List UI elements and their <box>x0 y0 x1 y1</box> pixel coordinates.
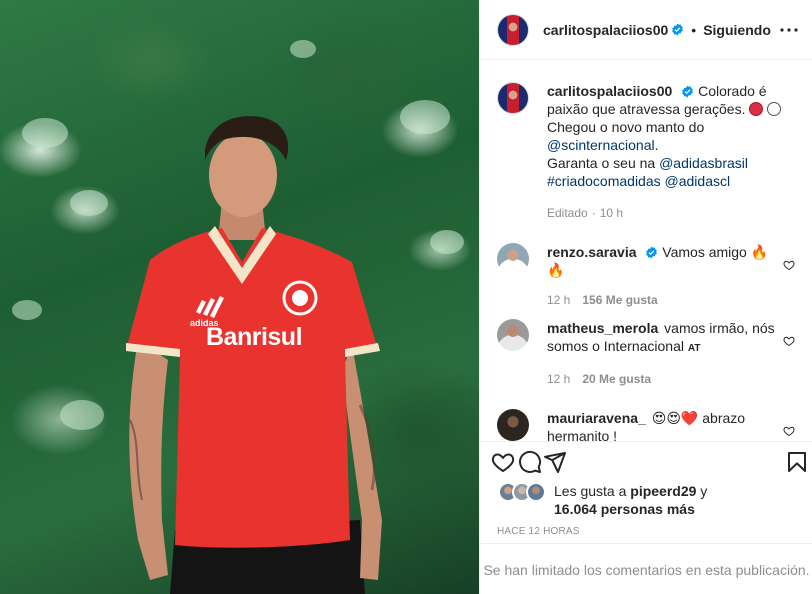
comment-item: mauriaravena_ 😍😍❤️ abrazo hermanito ! <box>497 409 807 441</box>
verified-badge-icon <box>682 85 694 98</box>
likes-prefix: Les gusta a <box>554 483 631 499</box>
likes-summary: Les gusta a pipeerd29 y 16.064 personas … <box>498 482 707 518</box>
liker-avatars[interactable] <box>498 482 550 504</box>
comment-likes[interactable]: 156 Me gusta <box>582 291 657 309</box>
author-username[interactable]: carlitospalaciios00 <box>543 22 668 38</box>
caption-author-avatar[interactable] <box>497 82 529 114</box>
header-separator: • <box>691 21 697 38</box>
red-circle-emoji-icon <box>749 102 764 116</box>
comment-bubble-icon[interactable] <box>518 450 542 474</box>
verified-badge-icon <box>672 23 684 36</box>
like-comment-heart-icon[interactable] <box>783 335 795 347</box>
mention-adidascl[interactable]: @adidascl <box>665 173 731 189</box>
verified-badge-icon <box>646 246 658 259</box>
caption-username[interactable]: carlitospalaciios00 <box>547 83 672 99</box>
white-circle-emoji-icon <box>767 102 782 116</box>
caption-text-line4: Garanta o seu na <box>547 155 660 171</box>
commenter-username[interactable]: mauriaravena_ <box>547 410 646 426</box>
caption-edited-label: Editado <box>547 206 588 220</box>
comment-time[interactable]: 12 h <box>547 370 570 388</box>
comment-item: matheus_merola vamos irmão, nós somos o … <box>497 319 807 388</box>
post-header: carlitospalaciios00 • Siguiendo <box>480 0 812 60</box>
commenter-avatar[interactable] <box>497 243 529 275</box>
comment-item: renzo.saravia Vamos amigo 🔥🔥 12 h 156 Me… <box>497 243 807 309</box>
post-side-panel: carlitospalaciios00 • Siguiendo carlitos… <box>479 0 812 594</box>
likes-user[interactable]: pipeerd29 <box>630 483 696 499</box>
commenter-avatar[interactable] <box>497 409 529 441</box>
mention-scinternacional[interactable]: @scinternacional <box>547 137 655 153</box>
share-send-icon[interactable] <box>543 450 567 474</box>
following-button[interactable]: Siguiendo <box>703 22 771 38</box>
likes-middle: y <box>696 483 708 499</box>
caption-time-separator: · <box>591 206 596 220</box>
likes-text: Les gusta a pipeerd29 y 16.064 personas … <box>554 482 707 518</box>
commenter-username[interactable]: matheus_merola <box>547 320 658 336</box>
like-comment-heart-icon[interactable] <box>783 425 795 437</box>
player-figure <box>126 116 382 594</box>
caption-text-line2: Chegou o novo manto do <box>547 119 705 135</box>
mention-adidasbrasil[interactable]: @adidasbrasil <box>659 155 748 171</box>
commenter-avatar[interactable] <box>497 319 529 351</box>
save-bookmark-icon[interactable] <box>785 450 809 474</box>
like-heart-icon[interactable] <box>491 450 515 474</box>
post-image[interactable]: Banrisul adidas <box>0 0 479 594</box>
comment-badge: AT <box>687 343 701 354</box>
more-options-icon[interactable] <box>777 18 801 42</box>
commenter-username[interactable]: renzo.saravia <box>547 244 637 260</box>
jersey-brand-text: adidas <box>190 318 219 328</box>
post-timestamp[interactable]: HACE 12 HORAS <box>497 526 580 537</box>
comments-limited-notice: Se han limitado los comentarios en esta … <box>480 543 812 594</box>
comment-time[interactable]: 12 h <box>547 291 570 309</box>
caption-time[interactable]: 10 h <box>600 204 623 222</box>
author-avatar[interactable] <box>497 13 529 46</box>
hashtag-criadocomadidas[interactable]: #criadocomadidas <box>547 173 661 189</box>
caption-period: . <box>654 137 659 153</box>
liker-avatar <box>526 482 546 502</box>
likes-count[interactable]: 16.064 personas más <box>554 501 695 517</box>
caption: carlitospalaciios00 Colorado é paixão qu… <box>497 82 807 222</box>
like-comment-heart-icon[interactable] <box>783 259 795 271</box>
comment-likes[interactable]: 20 Me gusta <box>582 370 651 388</box>
comments-list[interactable]: carlitospalaciios00 Colorado é paixão qu… <box>480 61 812 441</box>
post-actions: Les gusta a pipeerd29 y 16.064 personas … <box>480 441 812 594</box>
